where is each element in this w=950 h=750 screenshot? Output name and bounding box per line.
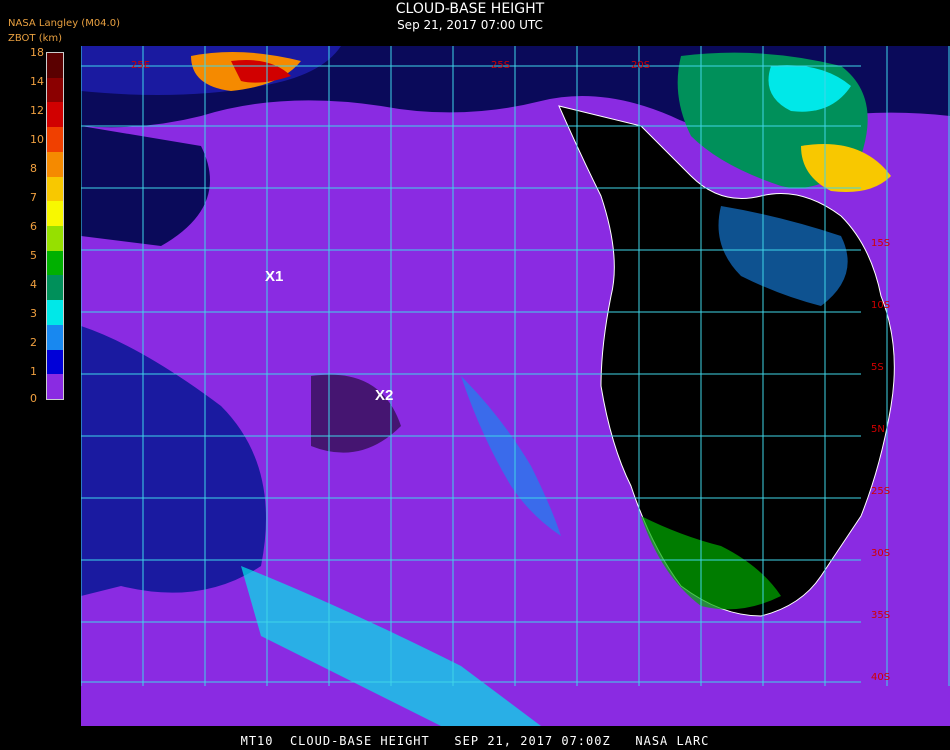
grid-label: 25S (491, 60, 510, 71)
grid-label: 15S (871, 238, 890, 249)
legend-color-segment (47, 275, 63, 301)
footer-caption: MT10 CLOUD-BASE HEIGHT SEP 21, 2017 07:0… (240, 734, 710, 748)
grid-label: 25E (131, 60, 150, 71)
grid-label: 20S (631, 60, 650, 71)
legend-tick: 0 (30, 392, 37, 405)
legend-tick: 5 (30, 249, 37, 262)
grid-label: 40S (871, 672, 890, 683)
legend-color-segment (47, 77, 63, 103)
legend-color-segment (47, 151, 63, 178)
legend-tick: 1 (30, 365, 37, 378)
legend-tick: 18 (30, 46, 44, 59)
map-title: CLOUD-BASE HEIGHT (395, 1, 545, 17)
source-label: NASA Langley (M04.0) (8, 18, 120, 29)
legend-tick: 2 (30, 336, 37, 349)
grid-label: 5S (871, 362, 884, 373)
legend-tick: 7 (30, 191, 37, 204)
marker-x1[interactable]: X1 (265, 268, 283, 285)
legend-tick: 14 (30, 75, 44, 88)
legend-color-segment (47, 53, 63, 79)
grid-label: 30S (871, 548, 890, 559)
product-label: ZBOT (km) (8, 33, 63, 44)
color-legend-bar (46, 52, 64, 400)
header-info: NASA Langley (M04.0) ZBOT (km) (8, 16, 120, 46)
grid-label: 35S (871, 610, 890, 621)
legend-color-segment (47, 374, 63, 400)
legend-color-segment (47, 349, 63, 375)
legend-tick: 4 (30, 278, 37, 291)
map-subtitle: Sep 21, 2017 07:00 UTC (397, 18, 543, 32)
legend-color-segment (47, 300, 63, 326)
legend-tick: 3 (30, 307, 37, 320)
legend-color-segment (47, 102, 63, 128)
legend-tick: 10 (30, 133, 44, 146)
cloud-base-map[interactable]: 25E 25S 20S 15S 10S 5S 5N 25S 30S 35S 40S (81, 46, 950, 726)
grid-label: 10S (871, 300, 890, 311)
grid-label: 25S (871, 486, 890, 497)
legend-tick: 8 (30, 162, 37, 175)
legend-color-segment (47, 226, 63, 252)
legend-tick: 6 (30, 220, 37, 233)
legend-color-segment (47, 176, 63, 202)
grid-label: 5N (871, 424, 885, 435)
legend-color-segment (47, 250, 63, 276)
legend-color-segment (47, 324, 63, 351)
legend-color-segment (47, 201, 63, 227)
legend-tick: 12 (30, 104, 44, 117)
legend-color-segment (47, 127, 63, 153)
marker-x2[interactable]: X2 (375, 387, 393, 404)
